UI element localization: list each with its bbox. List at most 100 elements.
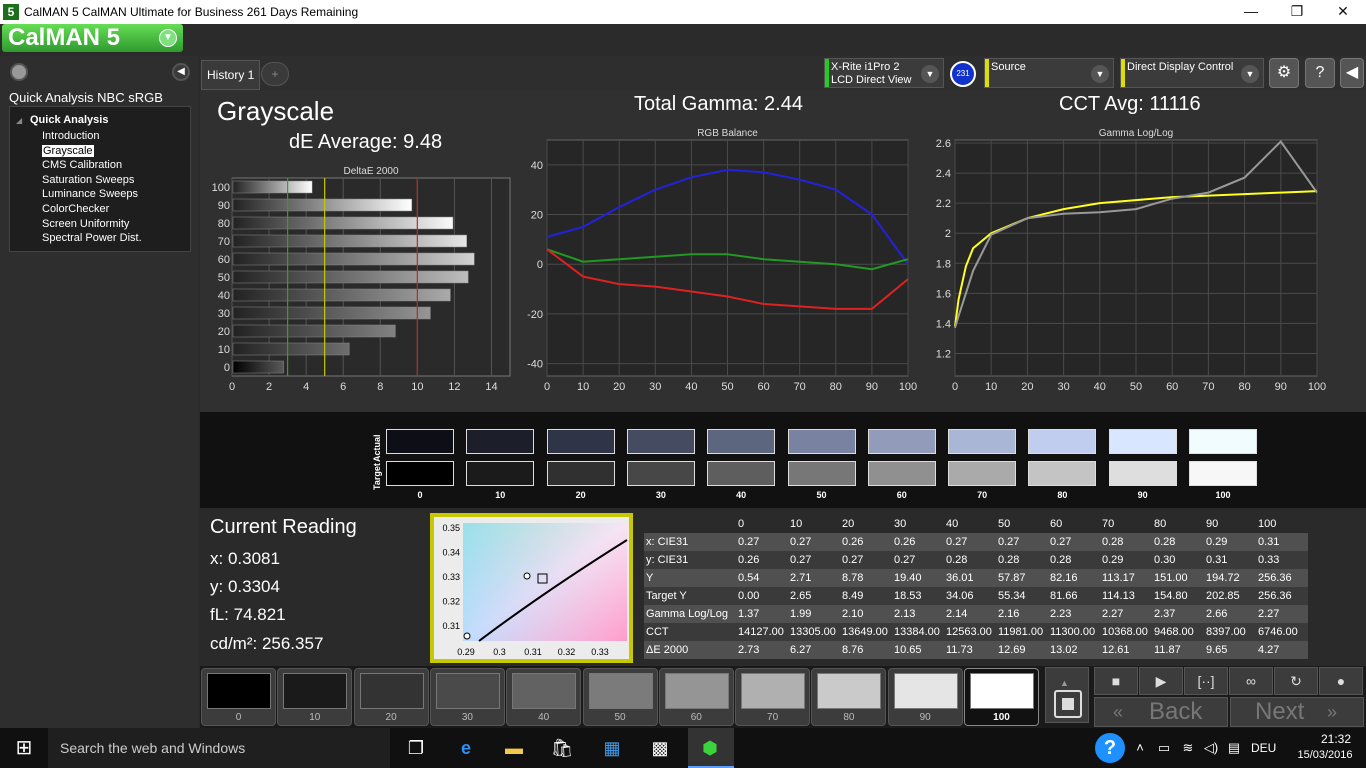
patch-swatch xyxy=(283,673,348,709)
deltae-bar xyxy=(232,324,396,338)
gamma-y-tick: 2.2 xyxy=(936,198,951,210)
table-cell: 11.87 xyxy=(1152,641,1204,659)
previous-point-marker xyxy=(463,632,471,640)
volume-icon[interactable]: ◁) xyxy=(1199,736,1223,760)
table-cell: 0.33 xyxy=(1256,551,1308,569)
table-cell: 0.28 xyxy=(1048,551,1100,569)
table-cell: 13649.00 xyxy=(840,623,892,641)
battery-icon[interactable]: ▭ xyxy=(1152,736,1176,760)
swatch-label: 60 xyxy=(896,490,907,500)
store-icon[interactable]: 🛍 xyxy=(550,736,574,760)
table-cell: 2.27 xyxy=(1256,605,1308,623)
table-cell: 8397.00 xyxy=(1204,623,1256,641)
wifi-icon[interactable]: ≋ xyxy=(1176,736,1200,760)
help-assistant-icon[interactable]: ? xyxy=(1095,733,1125,763)
patch-swatch xyxy=(435,673,500,709)
gamma-chart-title: Gamma Log/Log xyxy=(1099,128,1174,139)
patch-button[interactable]: 20 xyxy=(353,668,429,726)
calman-taskbar-button[interactable]: ⬢ xyxy=(688,728,734,768)
actual-swatch xyxy=(386,429,454,454)
deltae-category-label: 90 xyxy=(218,200,230,212)
actual-swatch xyxy=(948,429,1017,454)
patch-button[interactable]: 30 xyxy=(429,668,505,726)
table-cell: 2.10 xyxy=(840,605,892,623)
search-placeholder: Search the web and Windows xyxy=(60,740,246,756)
patch-button[interactable]: 70 xyxy=(735,668,811,726)
patch-button[interactable]: 50 xyxy=(582,668,658,726)
patch-button[interactable]: 60 xyxy=(658,668,734,726)
actual-swatch xyxy=(1189,429,1257,454)
single-read-button[interactable]: [··] xyxy=(1184,667,1228,695)
patch-label: 100 xyxy=(993,712,1010,723)
patch-swatch xyxy=(741,673,806,709)
table-cell: 0.27 xyxy=(892,551,944,569)
patch-label: 70 xyxy=(767,712,779,723)
windows-start-icon[interactable]: ⊞ xyxy=(12,736,36,760)
swatch-label: 80 xyxy=(1057,490,1068,500)
deltae-x-tick: 2 xyxy=(266,381,272,393)
file-explorer-icon[interactable]: ▬ xyxy=(502,736,526,760)
table-cell: 0.29 xyxy=(1100,551,1152,569)
stop-icon[interactable] xyxy=(1054,690,1082,718)
cie-y-tick: 0.31 xyxy=(442,621,460,631)
control-panel-icon[interactable]: ▦ xyxy=(600,736,624,760)
back-button[interactable]: « Back xyxy=(1094,697,1228,727)
rgb-balance-x-tick: 80 xyxy=(830,381,842,393)
play-button[interactable]: ▶ xyxy=(1139,667,1183,695)
gamma-x-tick: 10 xyxy=(985,381,997,393)
photos-app-icon[interactable]: ▩ xyxy=(648,736,672,760)
table-cell: 256.36 xyxy=(1256,569,1308,587)
patch-scroll-control[interactable]: ▲ xyxy=(1045,667,1089,723)
table-cell: 0.27 xyxy=(736,533,788,551)
search-box[interactable]: Search the web and Windows xyxy=(48,728,390,768)
actual-swatch xyxy=(707,429,776,454)
reading-cd: cd/m²: 256.357 xyxy=(210,634,324,653)
swatch-label: 40 xyxy=(736,490,747,500)
table-row: x: CIE31 0.27 0.27 0.26 0.26 0.27 0.27 0.27 0.28… xyxy=(644,533,1308,551)
refresh-button[interactable]: ↻ xyxy=(1274,667,1318,695)
table-cell: 34.06 xyxy=(944,587,996,605)
notifications-icon[interactable]: ▤ xyxy=(1222,736,1246,760)
cie-x-tick: 0.29 xyxy=(457,647,475,657)
patch-button[interactable]: 80 xyxy=(811,668,887,726)
reading-y: y: 0.3304 xyxy=(210,577,280,596)
cie-y-tick: 0.34 xyxy=(442,548,460,558)
table-cell: 4.27 xyxy=(1256,641,1308,659)
deltae-category-label: 80 xyxy=(218,218,230,230)
table-cell: 13.02 xyxy=(1048,641,1100,659)
clock-time[interactable]: 21:32 xyxy=(1312,732,1360,746)
stop-measure-button[interactable]: ■ xyxy=(1094,667,1138,695)
patch-button[interactable]: 40 xyxy=(506,668,582,726)
table-cell: 6.27 xyxy=(788,641,840,659)
table-row-label: Gamma Log/Log xyxy=(644,605,736,623)
table-cell: 0.27 xyxy=(788,551,840,569)
continuous-read-button[interactable]: ∞ xyxy=(1229,667,1273,695)
gamma-y-tick: 1.6 xyxy=(936,288,951,300)
patch-label: 50 xyxy=(614,712,626,723)
next-button[interactable]: Next » xyxy=(1230,697,1364,727)
patch-button[interactable]: 10 xyxy=(277,668,353,726)
table-cell: 2.14 xyxy=(944,605,996,623)
table-cell: 0.29 xyxy=(1204,533,1256,551)
rgb-balance-y-tick: -20 xyxy=(527,309,543,321)
record-button[interactable]: ● xyxy=(1319,667,1363,695)
patch-swatch xyxy=(817,673,882,709)
patch-swatch xyxy=(588,673,653,709)
next-label: Next xyxy=(1255,698,1305,725)
edge-browser-icon[interactable]: e xyxy=(454,736,478,760)
patch-button[interactable]: 100 xyxy=(964,668,1039,726)
reading-x: x: 0.3081 xyxy=(210,549,280,568)
table-cell: 0.28 xyxy=(944,551,996,569)
patch-button[interactable]: 90 xyxy=(887,668,963,726)
table-cell: 36.01 xyxy=(944,569,996,587)
task-view-icon[interactable]: ❐ xyxy=(404,736,428,760)
next-arrow-icon: » xyxy=(1327,702,1338,722)
table-cell: 12.61 xyxy=(1100,641,1152,659)
patch-button[interactable]: 0 xyxy=(201,668,276,726)
table-cell: 9468.00 xyxy=(1152,623,1204,641)
input-language[interactable]: DEU xyxy=(1251,741,1276,755)
rgb-balance-chart-title: RGB Balance xyxy=(697,128,758,139)
clock-date[interactable]: 15/03/2016 xyxy=(1290,749,1360,761)
chevron-up-icon[interactable]: ˄ xyxy=(1128,736,1152,760)
deltae-bar xyxy=(232,180,313,194)
